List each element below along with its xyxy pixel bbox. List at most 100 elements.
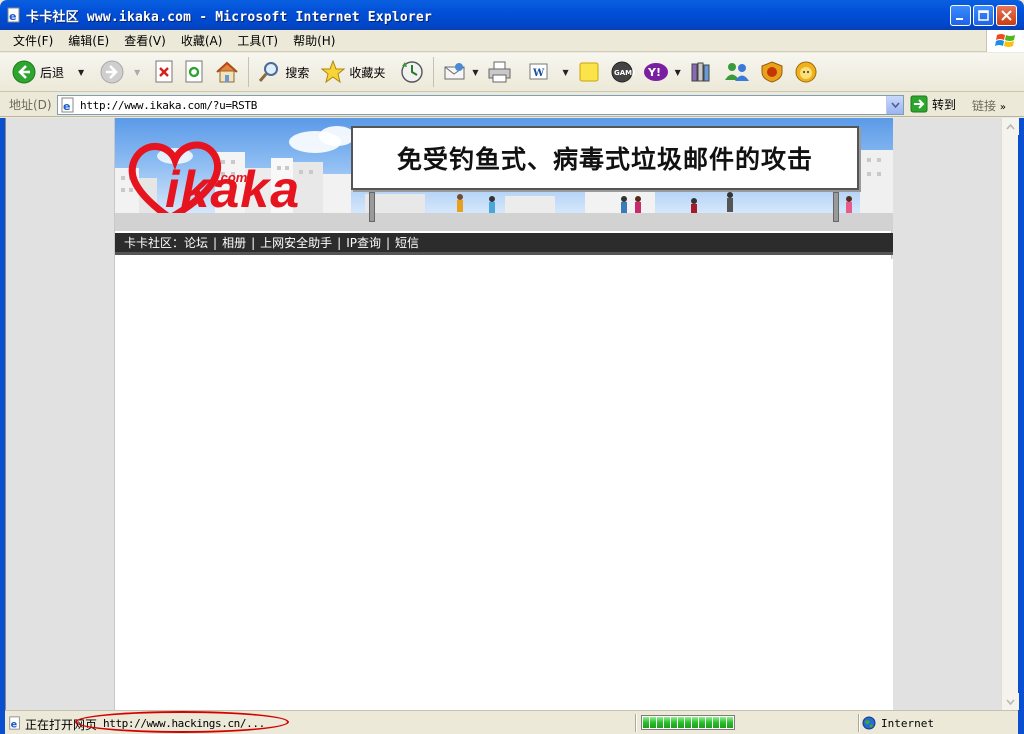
windows-logo-icon [986,30,1024,52]
refresh-button[interactable] [180,56,210,88]
menu-file[interactable]: 文件(F) [6,31,61,51]
nav-security-assistant[interactable]: 上网安全助手 [255,234,337,251]
messenger-people-icon [724,63,749,81]
progress-block [650,717,656,728]
history-button[interactable] [395,56,429,88]
nav-sms[interactable]: 短信 [390,234,424,251]
discuss-button[interactable] [573,56,605,88]
kaka-lion-button[interactable] [789,56,823,88]
favorites-button[interactable]: 收藏夹 [317,56,389,88]
address-label: 地址(D) [9,98,52,112]
title-bar[interactable]: e 卡卡社区 www.ikaka.com - Microsoft Interne… [0,0,1024,30]
address-dropdown-button[interactable] [886,96,903,114]
history-clock-icon [401,61,424,83]
edit-button[interactable]: W ▼ [523,56,573,88]
close-button[interactable] [996,5,1017,26]
game-icon: GAME [611,61,635,83]
menu-help[interactable]: 帮助(H) [286,31,343,51]
go-arrow-icon [910,95,928,113]
billboard-slogan: 免受钓鱼式、病毒式垃圾邮件的攻击 [396,145,813,174]
progress-block [713,717,719,728]
scroll-up-button[interactable] [1002,118,1019,135]
status-divider [858,714,860,732]
forward-arrow-icon [100,60,124,84]
svg-text:e: e [11,719,18,730]
forward-button[interactable]: ▼ [96,56,144,88]
menu-edit[interactable]: 编辑(E) [61,31,117,51]
svg-text:Y!: Y! [647,66,661,79]
links-button[interactable]: 链接 » [972,97,1006,114]
chevron-down-icon [1006,698,1015,705]
yahoo-dropdown-icon[interactable]: ▼ [675,68,681,77]
home-button[interactable] [210,56,244,88]
status-divider [635,714,637,732]
svg-text:e: e [63,100,70,113]
printer-icon [488,61,511,83]
progress-block [657,717,663,728]
search-button[interactable]: 搜索 [253,56,313,88]
stop-button[interactable] [150,56,180,88]
edit-dropdown-icon[interactable]: ▼ [563,68,569,77]
mail-dropdown-icon[interactable]: ▼ [472,68,478,77]
nav-ip-query[interactable]: IP查询 [341,234,386,251]
star-icon [321,60,346,84]
progress-block [685,717,691,728]
standard-toolbar: 后退 ▼ ▼ 搜索 收藏夹 ▼ W ▼ GAME Y! ▼ [0,53,1024,92]
highlight-ellipse [75,711,289,733]
ikaka-logo-com: .com [217,170,248,185]
svg-text:e: e [9,10,16,23]
browser-viewport[interactable]: ikaka .com 免受钓鱼式、病毒式垃圾邮件的攻击 卡卡社区：论坛 | 相册… [5,118,1001,710]
links-label: 链接 [972,99,997,113]
back-dropdown-icon[interactable]: ▼ [78,68,84,77]
menu-tools[interactable]: 工具(T) [230,31,286,51]
vertical-scrollbar[interactable] [1001,118,1019,710]
game-button[interactable]: GAME [605,56,639,88]
stop-icon [155,60,173,83]
site-nav: 卡卡社区：论坛 | 相册 | 上网安全助手 | IP查询 | 短信 [115,233,893,255]
kaka-shield-button[interactable] [755,56,789,88]
svg-text:W: W [532,68,545,79]
security-zone: Internet [862,716,934,730]
menu-favorites[interactable]: 收藏(A) [174,31,231,51]
note-icon [579,62,599,82]
progress-block [706,717,712,728]
progress-block [692,717,698,728]
word-edit-icon: W [529,63,548,80]
toolbar-separator [248,57,250,87]
menu-view[interactable]: 查看(V) [117,31,174,51]
minimize-icon [956,18,963,20]
refresh-icon [185,60,203,83]
chevron-up-icon [1006,123,1015,130]
progress-block [671,717,677,728]
print-button[interactable] [483,56,517,88]
research-button[interactable] [685,56,719,88]
shield-icon [761,61,783,83]
maximize-button[interactable] [973,5,994,26]
billboard-pole [369,192,375,222]
yahoo-button[interactable]: Y! ▼ [639,56,685,88]
close-icon [1001,10,1012,21]
mail-button[interactable]: ▼ [438,56,482,88]
forward-dropdown-icon[interactable]: ▼ [134,68,140,77]
progress-block [643,717,649,728]
nav-forum[interactable]: 卡卡社区：论坛 [119,234,213,251]
search-icon [259,62,279,82]
yahoo-icon: Y! [643,63,668,81]
web-page: ikaka .com 免受钓鱼式、病毒式垃圾邮件的攻击 卡卡社区：论坛 | 相册… [114,118,893,710]
minimize-button[interactable] [950,5,971,26]
chevron-right-icon: » [999,102,1006,113]
messenger-button[interactable] [719,56,755,88]
address-bar: 地址(D) e http://www.ikaka.com/?u=RSTB 转到 … [0,93,1024,117]
nav-album[interactable]: 相册 [217,234,251,251]
scroll-down-button[interactable] [1002,693,1019,710]
back-button[interactable]: 后退 ▼ [8,56,88,88]
window-title: 卡卡社区 www.ikaka.com - Microsoft Internet … [26,9,432,25]
chevron-down-icon [890,102,900,108]
billboard: 免受钓鱼式、病毒式垃圾邮件的攻击 [351,126,859,190]
progress-block [699,717,705,728]
go-button[interactable]: 转到 [910,95,956,113]
search-label: 搜索 [285,65,310,80]
maximize-icon [978,10,989,21]
globe-icon [862,716,876,730]
address-input[interactable]: e http://www.ikaka.com/?u=RSTB [57,95,904,115]
